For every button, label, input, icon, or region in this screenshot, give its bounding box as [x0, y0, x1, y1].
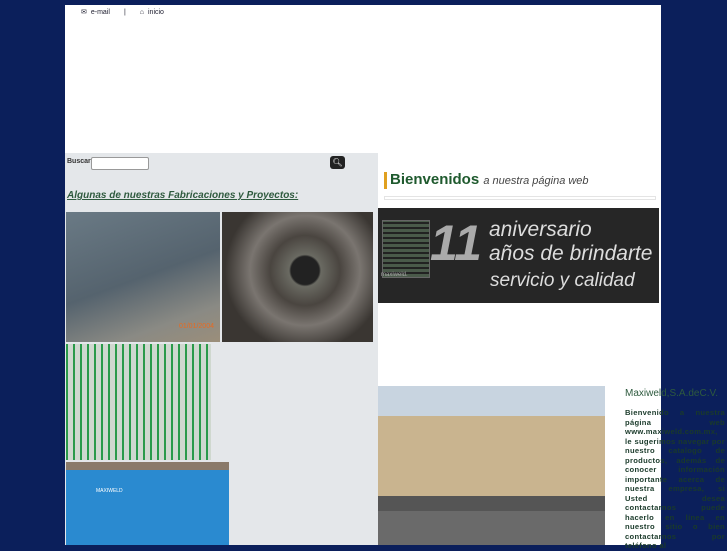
- banner-number: 11: [430, 215, 482, 271]
- home-icon: ⌂: [139, 8, 144, 16]
- search-input[interactable]: [91, 157, 149, 170]
- banner-line2: años de brindarte: [489, 242, 653, 265]
- search-label: Buscar:: [67, 158, 94, 165]
- top-nav: ✉ e-mail | ⌂ inicio: [81, 8, 164, 17]
- company-name: Maxiweld,S.A.deC.V.: [625, 388, 719, 399]
- photo-date: 01/01/2004: [178, 323, 214, 330]
- nav-separator: |: [123, 8, 126, 16]
- basket-brand: MAXIWELD: [96, 488, 123, 494]
- maxiweld-logo: [382, 220, 430, 278]
- anniversary-banner: maxiweld. 11 aniversario años de brindar…: [378, 208, 659, 303]
- banner-line1: aniversario: [489, 218, 592, 241]
- photo-green-basket[interactable]: [66, 344, 211, 460]
- home-link[interactable]: ⌂ inicio: [140, 9, 164, 16]
- banner-line3: servicio y calidad: [490, 270, 635, 291]
- photo-steel-plate[interactable]: 01/01/2004: [66, 212, 220, 342]
- email-link[interactable]: ✉ e-mail: [81, 8, 110, 17]
- photo-building: [378, 386, 605, 545]
- divider: [384, 196, 656, 200]
- welcome-title: Bienvenidos a nuestra página web: [384, 172, 589, 189]
- projects-heading: Algunas de nuestras Fabricaciones y Proy…: [67, 190, 299, 201]
- photo-blue-container[interactable]: MAXIWELD: [66, 462, 229, 545]
- photo-welding-pipe[interactable]: [222, 212, 373, 342]
- search-button[interactable]: 🔍︎: [330, 156, 345, 169]
- search-icon: 🔍︎: [332, 158, 343, 167]
- company-description: Bienvenido a nuestra página web www.maxi…: [625, 408, 725, 550]
- envelope-icon: ✉: [81, 9, 87, 16]
- logo-text: maxiweld.: [381, 272, 408, 278]
